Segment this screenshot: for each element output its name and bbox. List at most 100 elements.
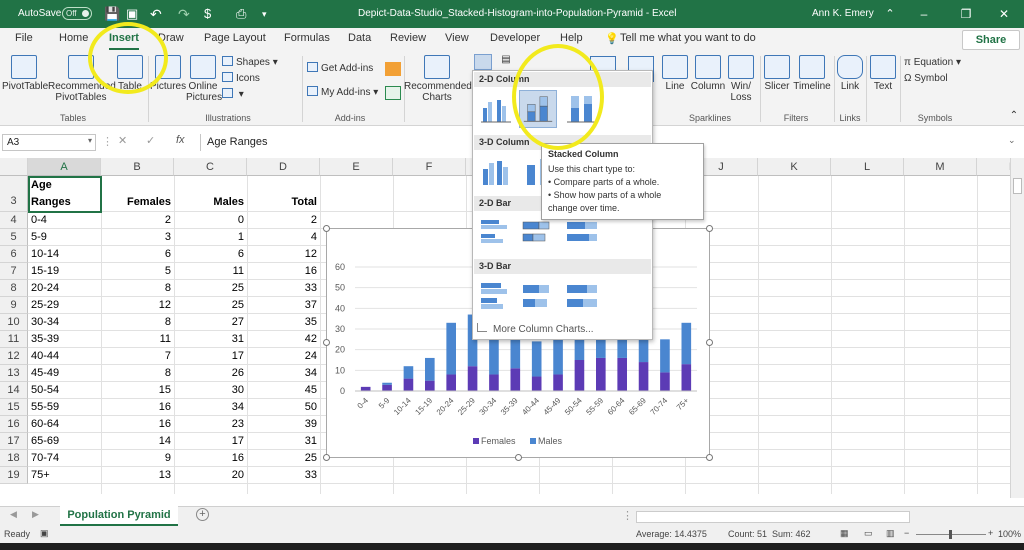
cell-females[interactable]: 12	[101, 297, 171, 314]
cell-males[interactable]: 31	[174, 331, 244, 348]
zoom-out-icon[interactable]: −	[904, 528, 909, 538]
expand-formula-icon[interactable]: ⌄	[1008, 135, 1016, 146]
cell-total[interactable]: 16	[247, 263, 317, 280]
cell-age-range[interactable]: 65-69	[31, 433, 99, 450]
row-header[interactable]: 19	[0, 467, 28, 484]
sparkline-winloss-button[interactable]: Win/ Loss	[726, 55, 756, 103]
row-header[interactable]: 7	[0, 263, 28, 280]
people-graph-icon[interactable]	[385, 86, 401, 100]
cell-total[interactable]: 2	[247, 212, 317, 229]
row-header[interactable]: 12	[0, 348, 28, 365]
close-button[interactable]: ✕	[984, 0, 1024, 28]
cell-age-range[interactable]: 70-74	[31, 450, 99, 467]
column-header[interactable]: C	[174, 158, 247, 176]
cell-age-range[interactable]: 75+	[31, 467, 99, 484]
cell-total[interactable]: 35	[247, 314, 317, 331]
tell-me-box[interactable]: Tell me what you want to do	[620, 32, 756, 50]
cell-total[interactable]: 37	[247, 297, 317, 314]
horizontal-scrollbar[interactable]	[636, 511, 910, 523]
resize-handle[interactable]	[323, 225, 330, 232]
cell-females[interactable]: 3	[101, 229, 171, 246]
zoom-level[interactable]: 100%	[998, 529, 1021, 539]
cell-females[interactable]: 14	[101, 433, 171, 450]
cell-males[interactable]: 0	[174, 212, 244, 229]
my-add-ins-button[interactable]: My Add-ins ▾	[307, 86, 378, 100]
resize-handle[interactable]	[323, 454, 330, 461]
pivottable-button[interactable]: PivotTable	[2, 55, 48, 92]
cell-total[interactable]: 45	[247, 382, 317, 399]
column-header[interactable]: D	[247, 158, 320, 176]
equation-button[interactable]: π Equation ▾	[904, 56, 961, 70]
page-layout-view-icon[interactable]: ▭	[864, 528, 873, 539]
cell-c3[interactable]: Males	[174, 194, 244, 211]
cell-males[interactable]: 20	[174, 467, 244, 484]
cell-males[interactable]: 25	[174, 297, 244, 314]
cell-age-range[interactable]: 35-39	[31, 331, 99, 348]
insert-column-chart-button[interactable]	[474, 54, 492, 70]
cell-females[interactable]: 8	[101, 280, 171, 297]
3d-100-stacked-bar-icon[interactable]	[563, 277, 601, 315]
sparkline-column-button[interactable]: Column	[690, 55, 726, 92]
minimize-button[interactable]: –	[904, 0, 944, 28]
enter-icon[interactable]: ✓	[146, 134, 155, 147]
name-box-dropdown-icon[interactable]: ▾	[88, 136, 92, 145]
cell-total[interactable]: 24	[247, 348, 317, 365]
cell-total[interactable]: 33	[247, 280, 317, 297]
row-header[interactable]: 15	[0, 399, 28, 416]
cell-females[interactable]: 16	[101, 416, 171, 433]
zoom-in-icon[interactable]: +	[988, 528, 993, 538]
page-break-view-icon[interactable]: ▥	[886, 528, 895, 539]
cell-males[interactable]: 17	[174, 433, 244, 450]
cell-males[interactable]: 16	[174, 450, 244, 467]
text-button[interactable]: Text	[868, 55, 898, 92]
zoom-slider-thumb[interactable]	[949, 530, 952, 539]
cell-males[interactable]: 1	[174, 229, 244, 246]
recommended-charts-button[interactable]: Recommended Charts	[404, 55, 472, 103]
cell-females[interactable]: 8	[101, 365, 171, 382]
cell-total[interactable]: 25	[247, 450, 317, 467]
timeline-button[interactable]: Timeline	[792, 55, 832, 92]
cell-age-range[interactable]: 20-24	[31, 280, 99, 297]
column-header[interactable]: F	[393, 158, 466, 176]
cell-females[interactable]: 6	[101, 246, 171, 263]
tab-formulas[interactable]: Formulas	[284, 32, 330, 50]
function-icon[interactable]: fx	[176, 134, 185, 146]
sheet-tab-population-pyramid[interactable]: Population Pyramid	[60, 506, 178, 526]
formula-options-icon[interactable]: ⋮	[102, 135, 113, 148]
cell-males[interactable]: 27	[174, 314, 244, 331]
slicer-button[interactable]: Slicer	[762, 55, 792, 92]
cell-total[interactable]: 50	[247, 399, 317, 416]
zoom-slider[interactable]	[916, 530, 986, 539]
symbol-button[interactable]: Ω Symbol	[904, 72, 948, 86]
cell-total[interactable]: 12	[247, 246, 317, 263]
resize-handle[interactable]	[706, 339, 713, 346]
vertical-scrollbar[interactable]	[1010, 158, 1024, 498]
row-header[interactable]: 6	[0, 246, 28, 263]
cell-age-range[interactable]: 0-4	[31, 212, 99, 229]
row-header[interactable]: 3	[0, 176, 28, 212]
prev-sheet-icon[interactable]: ◀	[10, 509, 17, 520]
column-header[interactable]: A	[28, 158, 101, 176]
collapse-ribbon-icon[interactable]: ⌃	[1008, 110, 1020, 121]
customize-toolbar-icon[interactable]: ▾	[262, 0, 267, 28]
row-header[interactable]: 9	[0, 297, 28, 314]
restore-button[interactable]: ❐	[946, 0, 986, 28]
cell-d3[interactable]: Total	[247, 194, 317, 211]
tab-developer[interactable]: Developer	[490, 32, 540, 50]
insert-hierarchy-chart-icon[interactable]: ▤	[498, 54, 514, 70]
column-header[interactable]: B	[101, 158, 174, 176]
cell-age-range[interactable]: 45-49	[31, 365, 99, 382]
cell-females[interactable]: 9	[101, 450, 171, 467]
more-column-charts-link[interactable]: More Column Charts...	[477, 322, 647, 338]
cell-males[interactable]: 6	[174, 246, 244, 263]
link-button[interactable]: Link	[836, 55, 864, 92]
autosave-toggle[interactable]: Off	[62, 7, 92, 20]
shapes-button[interactable]: Shapes ▾	[222, 56, 278, 70]
tab-page-layout[interactable]: Page Layout	[204, 32, 266, 50]
cell-b3[interactable]: Females	[101, 194, 171, 211]
cell-age-range[interactable]: 50-54	[31, 382, 99, 399]
row-header[interactable]: 8	[0, 280, 28, 297]
icons-button[interactable]: Icons	[222, 72, 260, 86]
cell-females[interactable]: 7	[101, 348, 171, 365]
normal-view-icon[interactable]: ▦	[840, 528, 849, 539]
